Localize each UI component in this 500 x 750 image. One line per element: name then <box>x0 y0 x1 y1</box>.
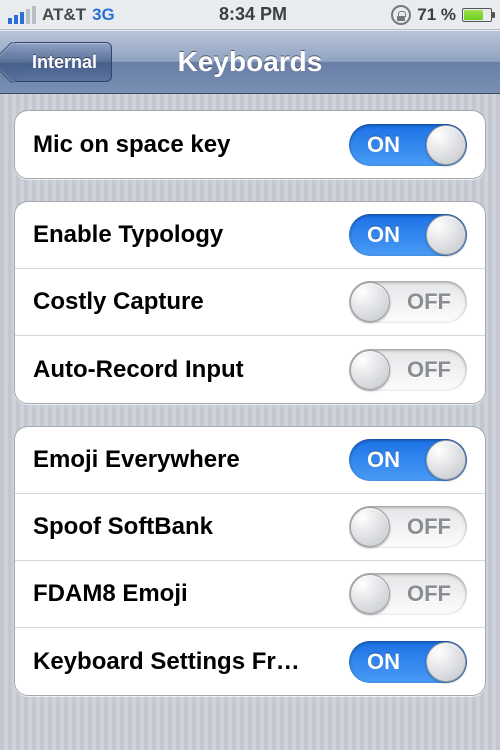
settings-content: Mic on space key ON Enable Typology ON C… <box>0 94 500 734</box>
settings-row-mic-on-space-key: Mic on space key ON <box>15 111 485 178</box>
row-label: Spoof SoftBank <box>33 513 213 541</box>
toggle-spoof-softbank[interactable]: OFF <box>349 506 467 548</box>
rotation-lock-icon <box>391 5 411 25</box>
toggle-emoji-everywhere[interactable]: ON <box>349 439 467 481</box>
settings-row-emoji-everywhere: Emoji Everywhere ON <box>15 427 485 494</box>
settings-row-keyboard-settings-fr: Keyboard Settings Fr… ON <box>15 628 485 695</box>
settings-group: Mic on space key ON <box>14 110 486 179</box>
status-right: 71 % <box>391 5 492 25</box>
toggle-enable-typology[interactable]: ON <box>349 214 467 256</box>
clock-label: 8:34 PM <box>219 4 287 25</box>
toggle-mic-on-space-key[interactable]: ON <box>349 124 467 166</box>
nav-bar: Internal Keyboards <box>0 30 500 94</box>
battery-percent-label: 71 % <box>417 5 456 25</box>
page-title: Keyboards <box>178 46 323 78</box>
toggle-costly-capture[interactable]: OFF <box>349 281 467 323</box>
status-left: AT&T 3G <box>8 5 115 25</box>
settings-row-costly-capture: Costly Capture OFF <box>15 269 485 336</box>
settings-group: Enable Typology ON Costly Capture OFF Au… <box>14 201 486 404</box>
row-label: Auto-Record Input <box>33 356 244 384</box>
toggle-keyboard-settings-fr[interactable]: ON <box>349 641 467 683</box>
toggle-fdam8-emoji[interactable]: OFF <box>349 573 467 615</box>
battery-icon <box>462 8 492 22</box>
settings-row-auto-record-input: Auto-Record Input OFF <box>15 336 485 403</box>
network-label: 3G <box>92 5 115 25</box>
settings-row-enable-typology: Enable Typology ON <box>15 202 485 269</box>
signal-strength-icon <box>8 6 36 24</box>
row-label: Emoji Everywhere <box>33 446 240 474</box>
status-bar: AT&T 3G 8:34 PM 71 % <box>0 0 500 30</box>
row-label: Keyboard Settings Fr… <box>33 648 300 676</box>
row-label: Costly Capture <box>33 288 204 316</box>
toggle-auto-record-input[interactable]: OFF <box>349 349 467 391</box>
settings-row-spoof-softbank: Spoof SoftBank OFF <box>15 494 485 561</box>
carrier-label: AT&T <box>42 5 86 25</box>
settings-group: Emoji Everywhere ON Spoof SoftBank OFF F… <box>14 426 486 696</box>
row-label: FDAM8 Emoji <box>33 580 188 608</box>
settings-row-fdam8-emoji: FDAM8 Emoji OFF <box>15 561 485 628</box>
row-label: Mic on space key <box>33 131 230 159</box>
back-button[interactable]: Internal <box>10 42 112 82</box>
back-button-label: Internal <box>32 52 97 73</box>
row-label: Enable Typology <box>33 221 223 249</box>
